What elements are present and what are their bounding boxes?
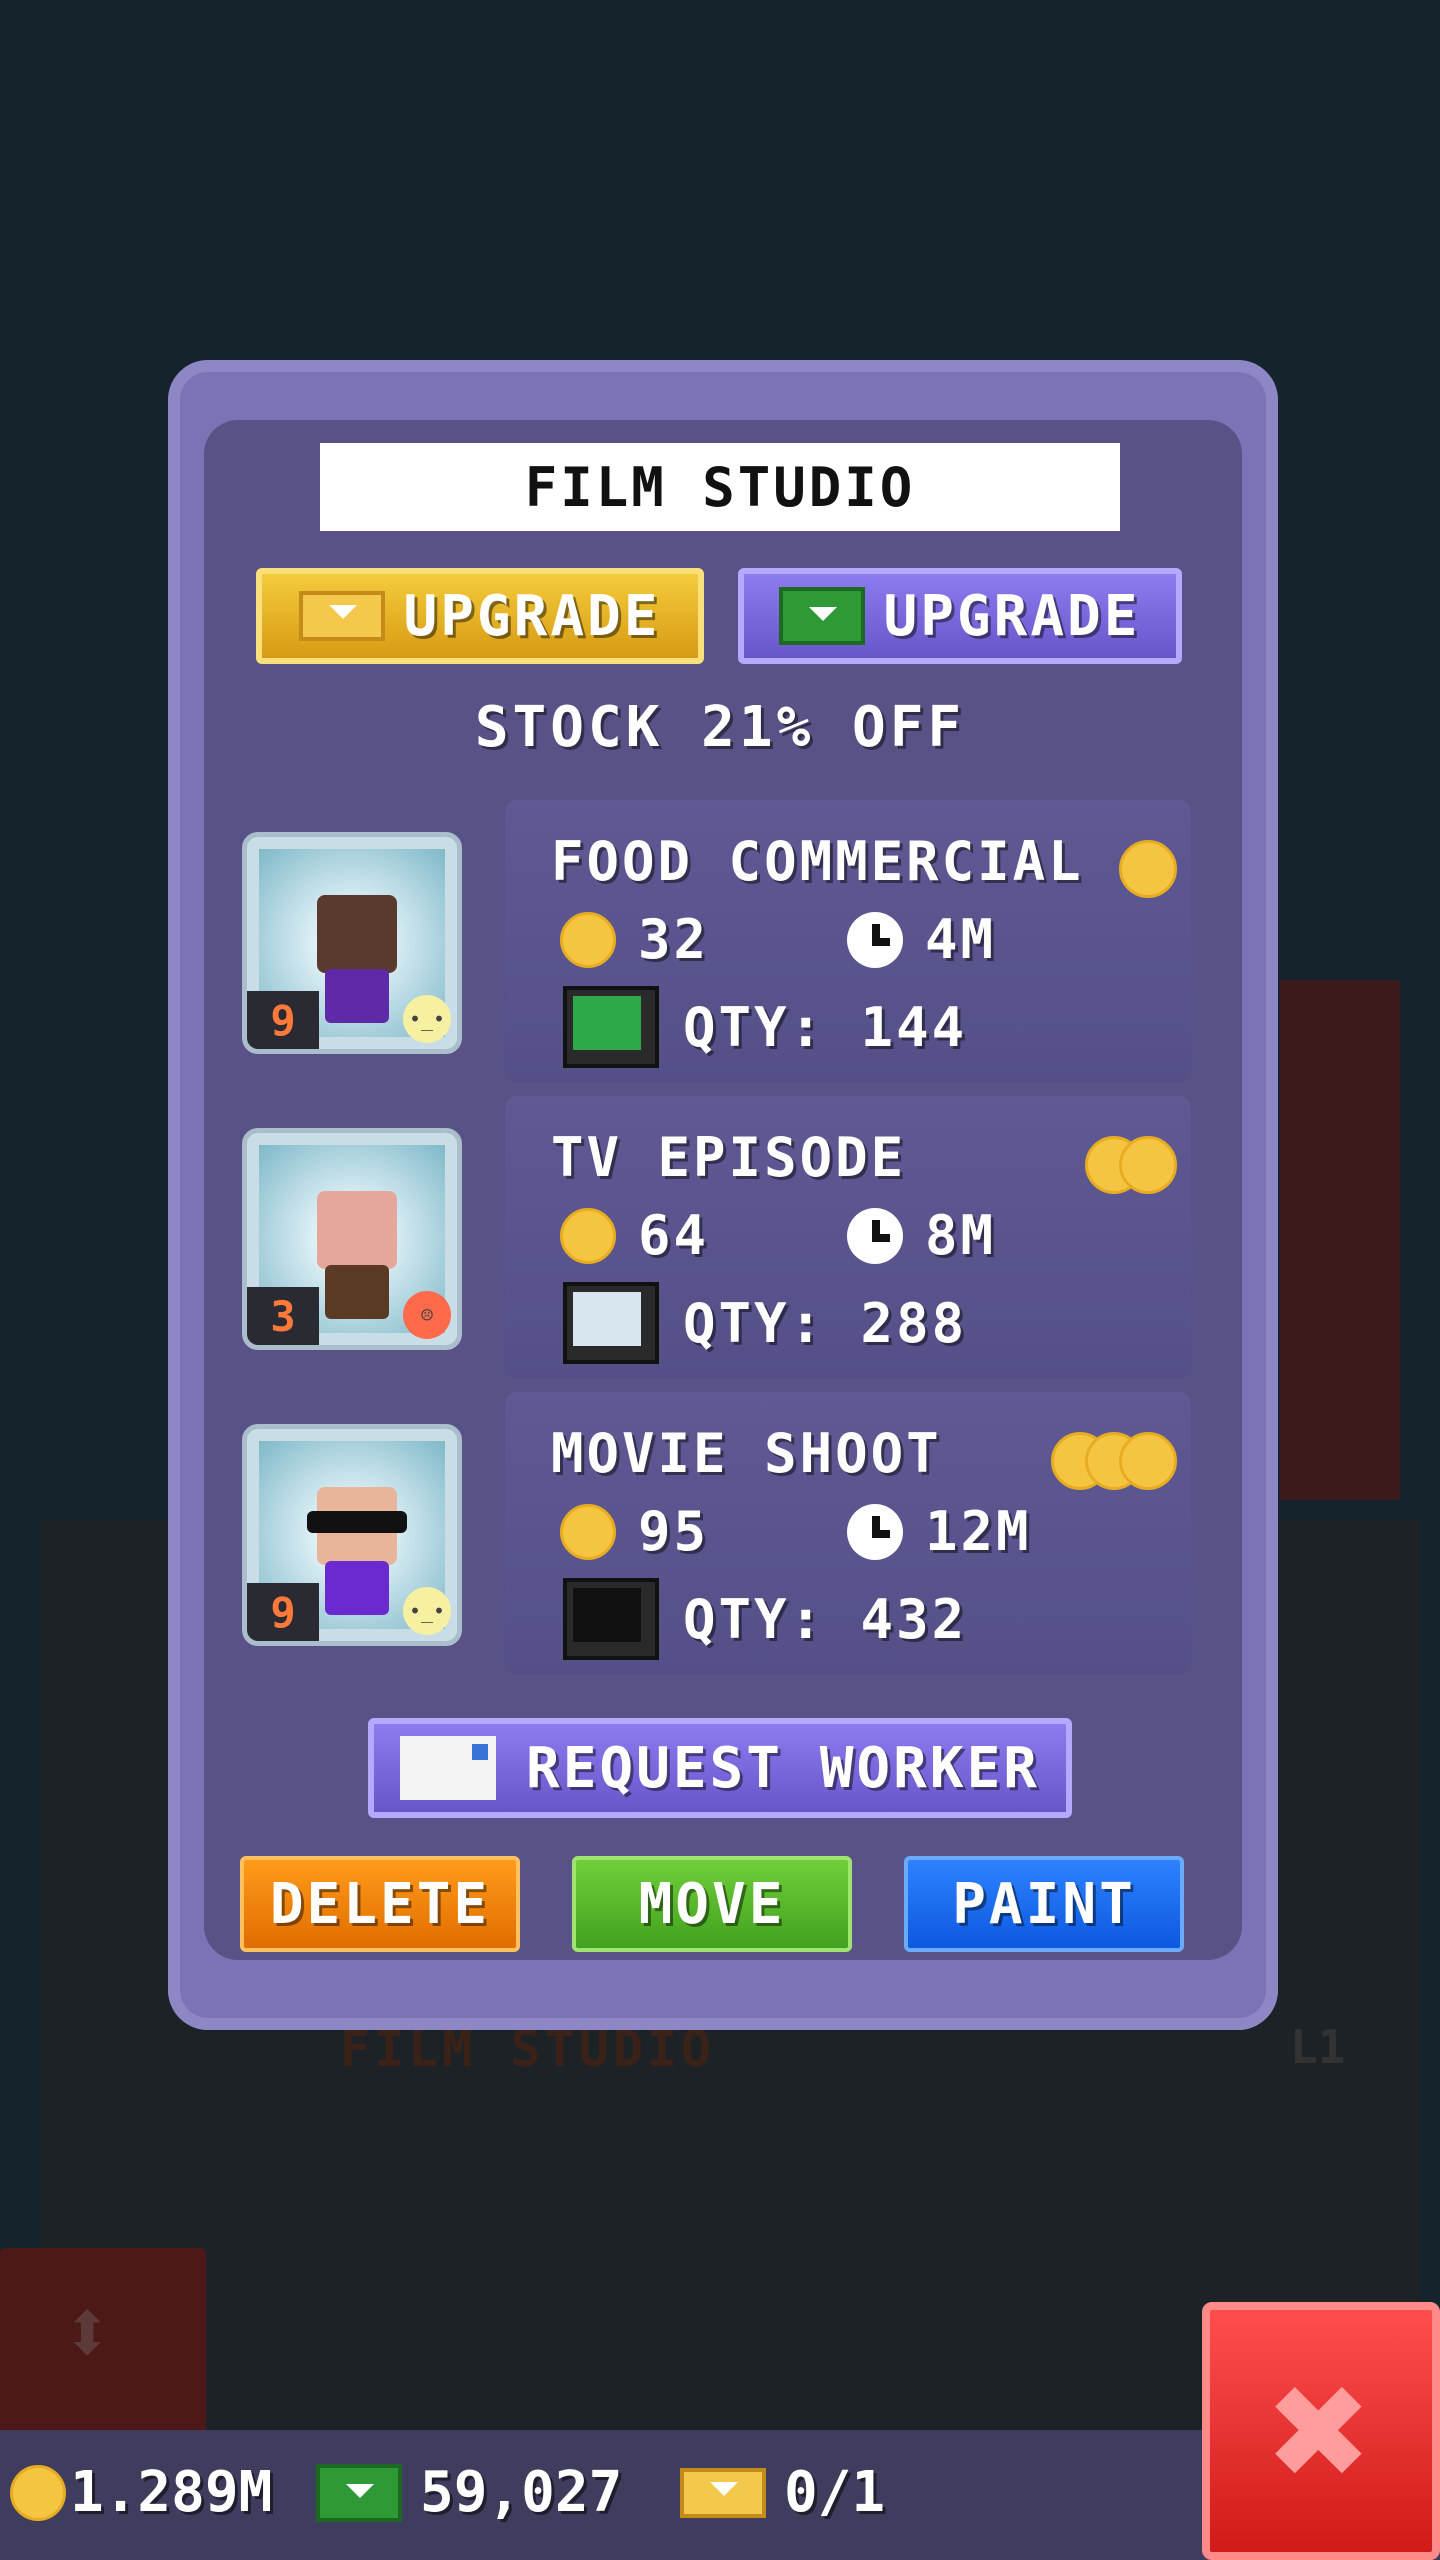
close-button[interactable]: ✖ <box>1202 2302 1440 2560</box>
close-icon: ✖ <box>1269 2332 1373 2530</box>
worker-body <box>325 1561 389 1615</box>
product-cost: 32 <box>560 908 709 971</box>
product-tier-stars <box>1119 840 1177 898</box>
product-time-value: 4M <box>925 908 997 971</box>
product-name: FOOD COMMERCIAL <box>551 830 1084 893</box>
dialog-title: FILM STUDIO <box>320 443 1120 531</box>
hud-bux: 59,027 <box>316 2460 622 2525</box>
hud-tickets-value: 0/1 <box>784 2460 886 2525</box>
background-floor-level: L1 <box>1290 2020 1346 2074</box>
product-quantity: QTY: 432 <box>563 1578 967 1660</box>
worker-level-badge: 3 <box>247 1287 319 1345</box>
upgrade-ticket-button[interactable]: UPGRADE <box>256 568 704 664</box>
product-screen-icon <box>563 986 659 1068</box>
product-qty-value: QTY: 144 <box>683 995 968 1059</box>
upgrade-bux-label: UPGRADE <box>883 583 1141 649</box>
hud-coins: 1.289M <box>10 2460 272 2525</box>
product-option[interactable]: FOOD COMMERCIAL 32 4M QTY: 144 <box>505 800 1191 1082</box>
worker-level-badge: 9 <box>247 1583 319 1641</box>
product-tier-stars <box>1051 1432 1177 1490</box>
product-screen-icon <box>563 1578 659 1660</box>
worker-body <box>325 969 389 1023</box>
product-cost-value: 32 <box>638 908 710 971</box>
upgrade-ticket-label: UPGRADE <box>403 583 661 649</box>
bux-icon <box>316 2463 402 2522</box>
product-cost: 64 <box>560 1204 709 1267</box>
product-option[interactable]: MOVIE SHOOT 95 12M QTY: 432 <box>505 1392 1191 1674</box>
worker-avatar[interactable]: 9 •_• <box>242 1424 462 1646</box>
product-cost: 95 <box>560 1500 709 1563</box>
clock-icon <box>847 1503 903 1560</box>
product-name: TV EPISODE <box>551 1126 907 1189</box>
background-building-right <box>1280 980 1400 1500</box>
sunglasses-icon <box>307 1511 407 1533</box>
ticket-icon <box>680 2467 766 2518</box>
request-worker-button[interactable]: REQUEST WORKER <box>368 1718 1072 1818</box>
stock-discount-text: STOCK 21% OFF <box>474 695 966 760</box>
star-coin-icon <box>1119 840 1177 898</box>
bux-icon <box>779 587 866 645</box>
upgrade-bux-button[interactable]: UPGRADE <box>738 568 1182 664</box>
star-coin-icon <box>1119 1136 1177 1194</box>
product-tier-stars <box>1085 1136 1177 1194</box>
product-qty-value: QTY: 288 <box>683 1291 968 1355</box>
product-time-value: 12M <box>925 1500 1032 1563</box>
product-screen-icon <box>563 1282 659 1364</box>
ticket-icon <box>299 591 386 641</box>
elevator-button[interactable]: ⬍ <box>0 2248 206 2438</box>
delete-button[interactable]: DELETE <box>240 1856 520 1952</box>
product-option[interactable]: TV EPISODE 64 8M QTY: 288 <box>505 1096 1191 1378</box>
product-time: 8M <box>847 1204 996 1267</box>
hud-coins-value: 1.289M <box>70 2460 273 2525</box>
product-time-value: 8M <box>925 1204 997 1267</box>
worker-avatar[interactable]: 9 •_• <box>242 832 462 1054</box>
sad-face-icon: ☹ <box>403 1291 451 1339</box>
coin-icon <box>560 1503 616 1560</box>
product-time: 12M <box>847 1500 1032 1563</box>
neutral-face-icon: •_• <box>403 1587 451 1635</box>
worker-avatar[interactable]: 3 ☹ <box>242 1128 462 1350</box>
product-qty-value: QTY: 432 <box>683 1587 968 1651</box>
hud-tickets: 0/1 <box>680 2460 885 2525</box>
product-name: MOVIE SHOOT <box>551 1422 942 1485</box>
worker-level-badge: 9 <box>247 991 319 1049</box>
clock-icon <box>847 1207 903 1264</box>
worker-body <box>325 1265 389 1319</box>
product-cost-value: 95 <box>638 1500 710 1563</box>
clock-icon <box>847 911 903 968</box>
paint-button[interactable]: PAINT <box>904 1856 1184 1952</box>
updown-arrows-icon: ⬍ <box>60 2280 115 2385</box>
product-quantity: QTY: 288 <box>563 1282 967 1364</box>
star-coin-icon <box>1119 1432 1177 1490</box>
hud-bux-value: 59,027 <box>420 2460 623 2525</box>
coin-icon <box>560 911 616 968</box>
neutral-face-icon: •_• <box>403 995 451 1043</box>
product-time: 4M <box>847 908 996 971</box>
move-button[interactable]: MOVE <box>572 1856 852 1952</box>
product-quantity: QTY: 144 <box>563 986 967 1068</box>
envelope-icon <box>399 1736 496 1800</box>
request-worker-label: REQUEST WORKER <box>525 1735 1040 1801</box>
worker-head <box>317 895 397 973</box>
coin-icon <box>10 2464 66 2521</box>
product-cost-value: 64 <box>638 1204 710 1267</box>
coin-icon <box>560 1207 616 1264</box>
worker-head <box>317 1191 397 1269</box>
